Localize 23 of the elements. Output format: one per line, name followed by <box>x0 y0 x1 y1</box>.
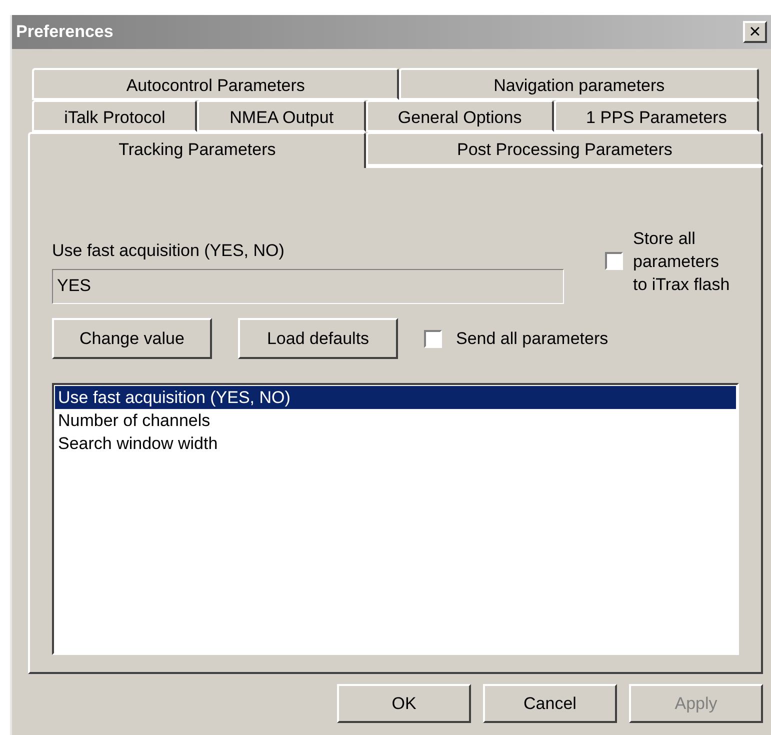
tab[interactable]: iTalk Protocol <box>32 100 198 132</box>
tab[interactable]: NMEA Output <box>197 100 366 132</box>
field-label: Use fast acquisition (YES, NO) <box>52 240 286 262</box>
checkbox[interactable] <box>424 330 442 348</box>
tab[interactable]: Navigation parameters <box>399 68 759 100</box>
window-title: Preferences <box>16 21 114 44</box>
tab[interactable]: Tracking Parameters <box>28 132 366 168</box>
tab[interactable]: General Options <box>366 100 554 132</box>
action-button[interactable]: Load defaults <box>238 318 398 359</box>
checkbox-label: Send all parameters <box>456 328 608 350</box>
tab[interactable]: Autocontrol Parameters <box>32 68 400 100</box>
action-button[interactable]: Change value <box>52 318 212 359</box>
checkbox-label: Store all parameters to iTrax flash <box>633 228 731 296</box>
dialog-button[interactable]: OK <box>337 684 471 723</box>
checkbox[interactable] <box>605 252 623 270</box>
list-item[interactable]: Use fast acquisition (YES, NO) <box>55 386 736 409</box>
close-button[interactable]: × <box>743 21 767 43</box>
dialog-button[interactable]: Cancel <box>483 684 617 723</box>
list-item[interactable]: Search window width <box>55 432 736 455</box>
value-field[interactable]: YES <box>52 268 564 304</box>
tab[interactable]: 1 PPS Parameters <box>554 100 759 132</box>
list-item[interactable]: Number of channels <box>55 409 736 432</box>
tab[interactable]: Post Processing Parameters <box>366 132 764 166</box>
